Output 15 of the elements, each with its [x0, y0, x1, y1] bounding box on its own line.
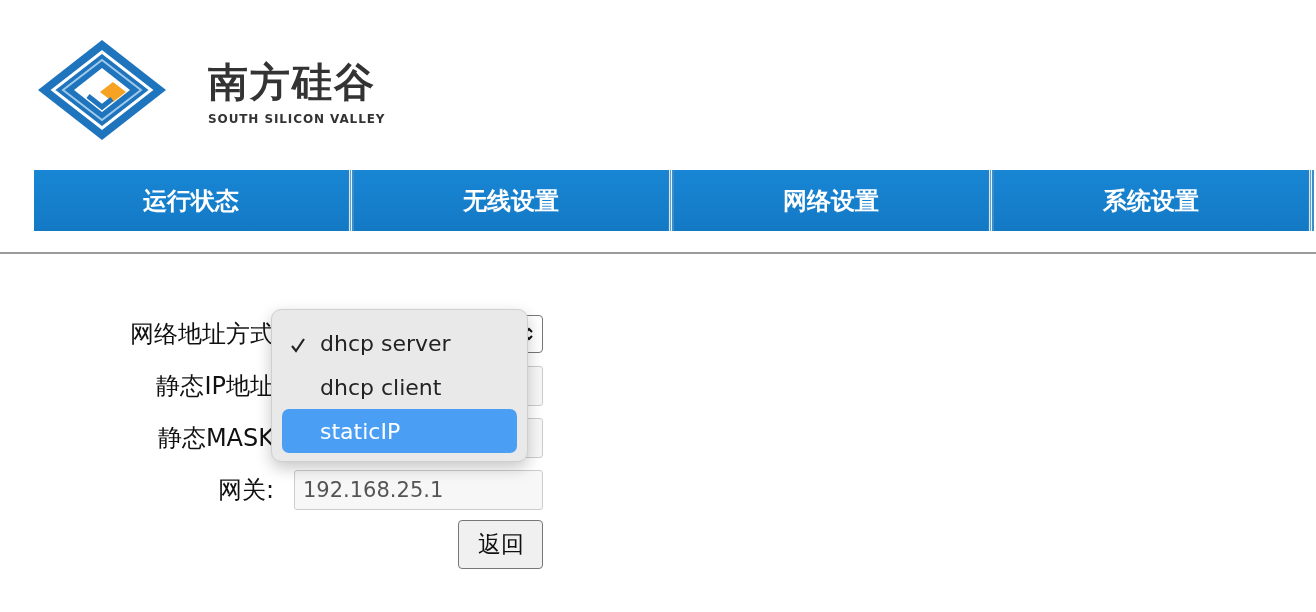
nav-tab[interactable]: 无线设置 [354, 170, 668, 231]
input-field[interactable]: 192.168.25.1 [294, 470, 543, 510]
field-label: 网关: [216, 475, 274, 506]
logo-subtitle: SOUTH SILICON VALLEY [208, 111, 386, 128]
dropdown-option[interactable]: staticIP [282, 409, 517, 453]
field-label: 静态IP地址 [155, 371, 274, 402]
nav-tab[interactable]: 网络设置 [674, 170, 988, 231]
nav-tab[interactable]: 运行状态 [34, 170, 348, 231]
logo-icon [36, 38, 168, 142]
back-button[interactable]: 返回 [458, 520, 543, 569]
nav-tab[interactable]: 系统设置 [994, 170, 1308, 231]
dropdown-option[interactable]: dhcp client [282, 365, 517, 409]
dropdown-option[interactable]: dhcp server [282, 321, 517, 365]
logo-text: 南方硅谷 [208, 62, 377, 102]
field-label: 静态MASK [156, 423, 274, 454]
